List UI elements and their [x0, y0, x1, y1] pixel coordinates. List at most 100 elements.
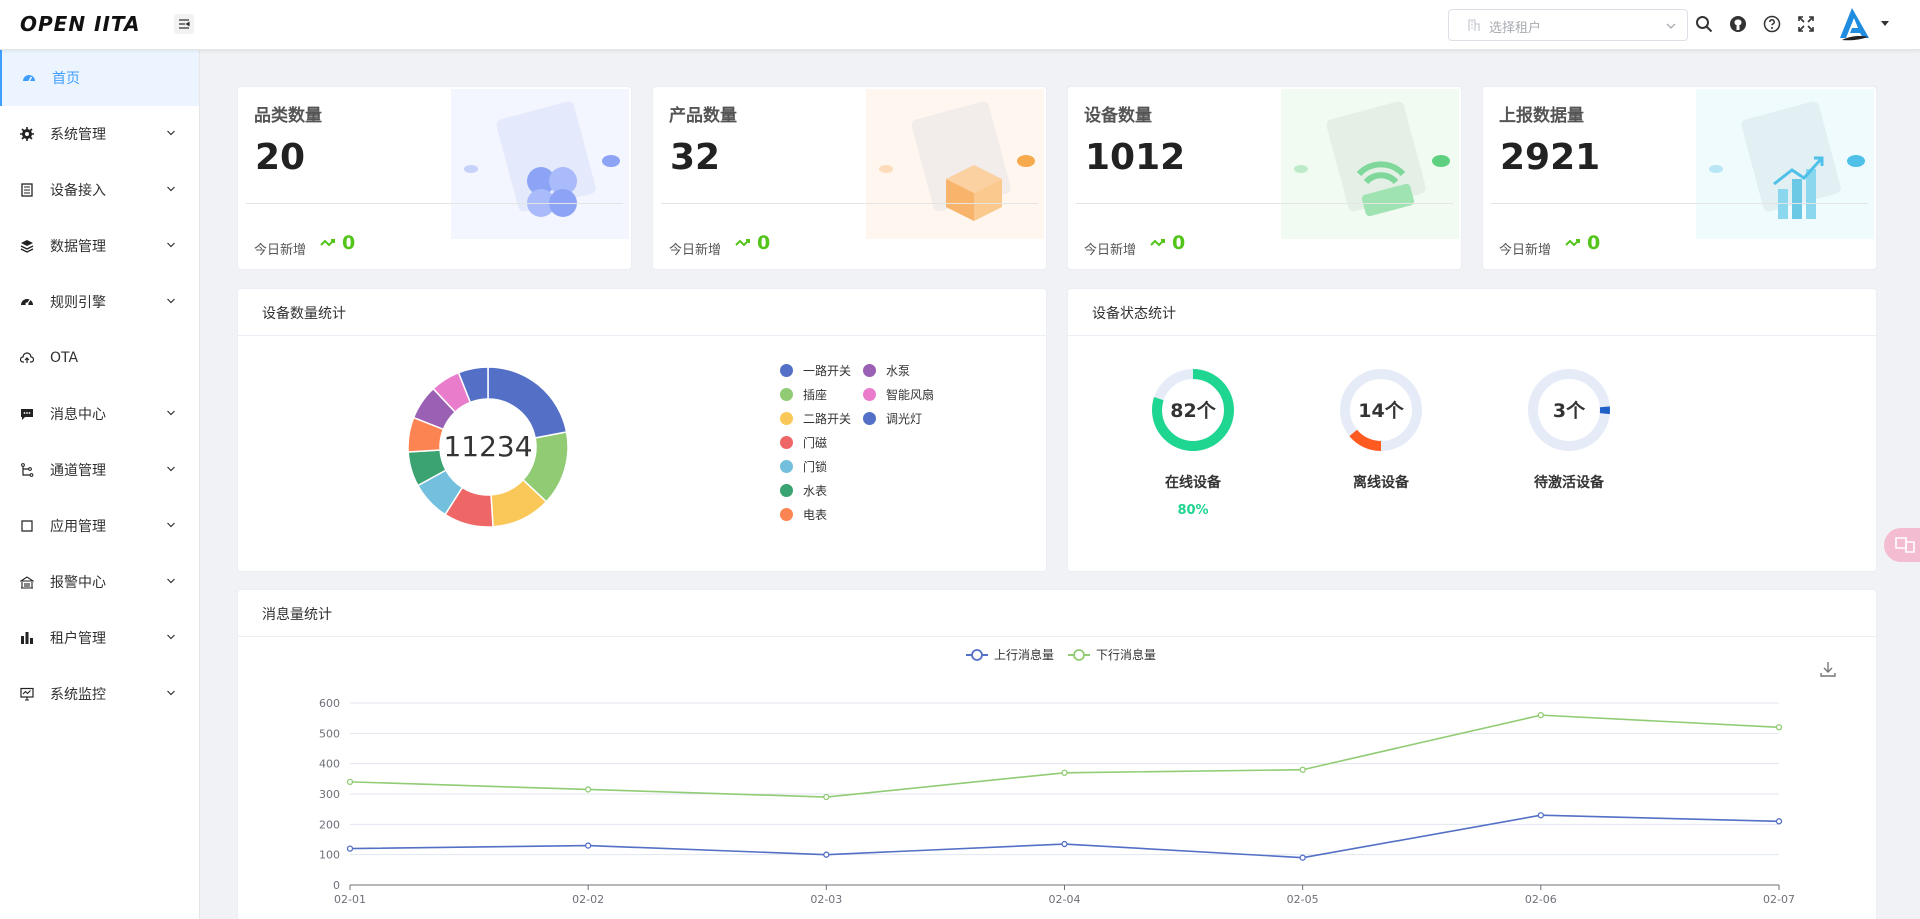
inactive-device-label: 待激活设备: [1534, 475, 1604, 491]
trend-up-icon: [1565, 239, 1580, 247]
x-tick-label: 02-07: [1763, 893, 1795, 906]
layers-icon: [19, 238, 35, 254]
sidebar-item-tenant[interactable]: 租户管理: [0, 610, 199, 666]
panel-divider: [1068, 335, 1876, 336]
x-tick-label: 02-04: [1049, 893, 1081, 906]
sidebar-item-data[interactable]: 数据管理: [0, 218, 199, 274]
avatar-logo-icon: [1840, 8, 1869, 41]
category-illustration-icon: [451, 89, 629, 239]
menu-collapse-button[interactable]: [174, 14, 194, 34]
stat-today-label: 今日新增: [254, 243, 307, 258]
chart-legend-item[interactable]: 上行消息量: [966, 647, 1054, 662]
chevron-down-icon: [167, 634, 175, 640]
device-count-donut-chart: 11234: [408, 367, 568, 527]
stat-card-device: 设备数量 1012 今日新增 0: [1067, 86, 1462, 270]
sidebar-item-system[interactable]: 系统管理: [0, 106, 199, 162]
series-point[interactable]: [1537, 711, 1544, 719]
series-point[interactable]: [1775, 818, 1783, 825]
chart-legend-item[interactable]: 下行消息量: [1068, 647, 1156, 662]
sidebar-item-ota[interactable]: OTA: [0, 330, 199, 386]
sidebar-item-label: 系统管理: [50, 127, 106, 143]
sidebar-item-channel[interactable]: 通道管理: [0, 442, 199, 498]
chevron-down-icon: [167, 690, 175, 696]
legend-item[interactable]: 一路开关: [780, 362, 851, 379]
stat-today-label: 今日新增: [669, 243, 722, 258]
series-point[interactable]: [346, 845, 354, 852]
series-point[interactable]: [585, 786, 592, 793]
caret-down-icon[interactable]: [1880, 20, 1890, 28]
offline-device-label: 离线设备: [1353, 475, 1409, 491]
stat-today-trend: 0: [1150, 232, 1185, 254]
chevron-down-icon: [167, 130, 175, 136]
sidebar-item-rule-engine[interactable]: 规则引擎: [0, 274, 199, 330]
stat-value: 32: [670, 137, 721, 178]
app-logo[interactable]: OPEN IITA: [20, 12, 140, 36]
legend-item[interactable]: 水泵: [863, 362, 910, 379]
stat-divider: [661, 203, 1038, 204]
sidebar-item-label: 应用管理: [50, 519, 106, 535]
legend-dot: [863, 388, 876, 401]
stat-title: 上报数据量: [1499, 106, 1584, 126]
stat-today-value: 0: [342, 232, 356, 254]
sidebar-item-label: 通道管理: [50, 463, 106, 479]
device-status-panel: 设备状态统计 82个 在线设备 80% 14个 离线设备 3个 待激活设备: [1067, 288, 1877, 572]
github-icon[interactable]: [1728, 14, 1748, 34]
legend-item[interactable]: 水表: [780, 482, 827, 499]
trend-up-icon: [735, 239, 750, 247]
sidebar-item-monitor[interactable]: 系统监控: [0, 666, 199, 722]
fullscreen-icon[interactable]: [1796, 14, 1816, 34]
chevron-down-icon: [167, 298, 175, 304]
legend-item[interactable]: 二路开关: [780, 410, 851, 427]
series-point[interactable]: [823, 851, 830, 858]
sidebar-item-label: OTA: [50, 350, 79, 366]
stat-card-report-data: 上报数据量 2921 今日新增 0: [1482, 86, 1877, 270]
stat-title: 产品数量: [669, 106, 737, 126]
user-avatar[interactable]: [1834, 4, 1874, 44]
series-point[interactable]: [823, 793, 830, 801]
series-point[interactable]: [1537, 812, 1544, 819]
sidebar-item-label: 设备接入: [50, 183, 106, 199]
legend-item[interactable]: 电表: [780, 506, 827, 523]
legend-item[interactable]: 智能风扇: [863, 386, 934, 403]
stat-today-label: 今日新增: [1084, 243, 1137, 258]
legend-item[interactable]: 门磁: [780, 434, 827, 451]
series-point[interactable]: [1061, 769, 1068, 776]
sidebar-item-alarm[interactable]: 报警中心: [0, 554, 199, 610]
donut-slice[interactable]: [487, 367, 568, 439]
legend-dot: [780, 484, 793, 497]
legend-dot: [780, 436, 793, 449]
stat-divider: [1076, 203, 1453, 204]
sidebar-item-device-access[interactable]: 设备接入: [0, 162, 199, 218]
series-line[interactable]: [349, 814, 1780, 859]
series-point[interactable]: [1061, 840, 1068, 848]
sidebar-item-home[interactable]: 首页: [0, 50, 199, 106]
trend-up-icon: [320, 239, 335, 247]
legend-item[interactable]: 门锁: [780, 458, 827, 475]
legend-dot: [780, 388, 793, 401]
series-point[interactable]: [1775, 724, 1783, 731]
building-icon: [1468, 19, 1480, 31]
monitor-icon: [19, 686, 35, 702]
report-illustration-icon: [1696, 89, 1874, 239]
sidebar: 首页 系统管理 设备接入 数据管理 规则引擎 OTA 消息中心 通道管理 应用管…: [0, 50, 200, 919]
search-icon[interactable]: [1694, 14, 1714, 34]
sidebar-item-message-center[interactable]: 消息中心: [0, 386, 199, 442]
series-line[interactable]: [349, 714, 1780, 798]
legend-label: 电表: [803, 508, 828, 522]
stat-today-label: 今日新增: [1499, 243, 1552, 258]
sidebar-item-app[interactable]: 应用管理: [0, 498, 199, 554]
series-point[interactable]: [585, 842, 592, 849]
legend-item[interactable]: 调光灯: [863, 410, 922, 427]
series-point[interactable]: [1299, 854, 1306, 861]
series-point[interactable]: [346, 778, 354, 786]
series-point[interactable]: [1299, 766, 1306, 773]
engine-icon: [19, 294, 35, 310]
legend-item[interactable]: 插座: [780, 386, 827, 403]
offline-device-ring: 14个: [1340, 369, 1422, 451]
legend-dot: [780, 364, 793, 377]
tenant-select[interactable]: 选择租户: [1448, 9, 1688, 41]
sidebar-item-label: 首页: [52, 71, 80, 87]
help-icon[interactable]: [1762, 14, 1782, 34]
translate-float-button[interactable]: [1884, 528, 1920, 562]
message-line-chart: 0 100 200 300 400 500 600 02-01 02-02 02-03 02-04 0…: [319, 647, 1795, 906]
